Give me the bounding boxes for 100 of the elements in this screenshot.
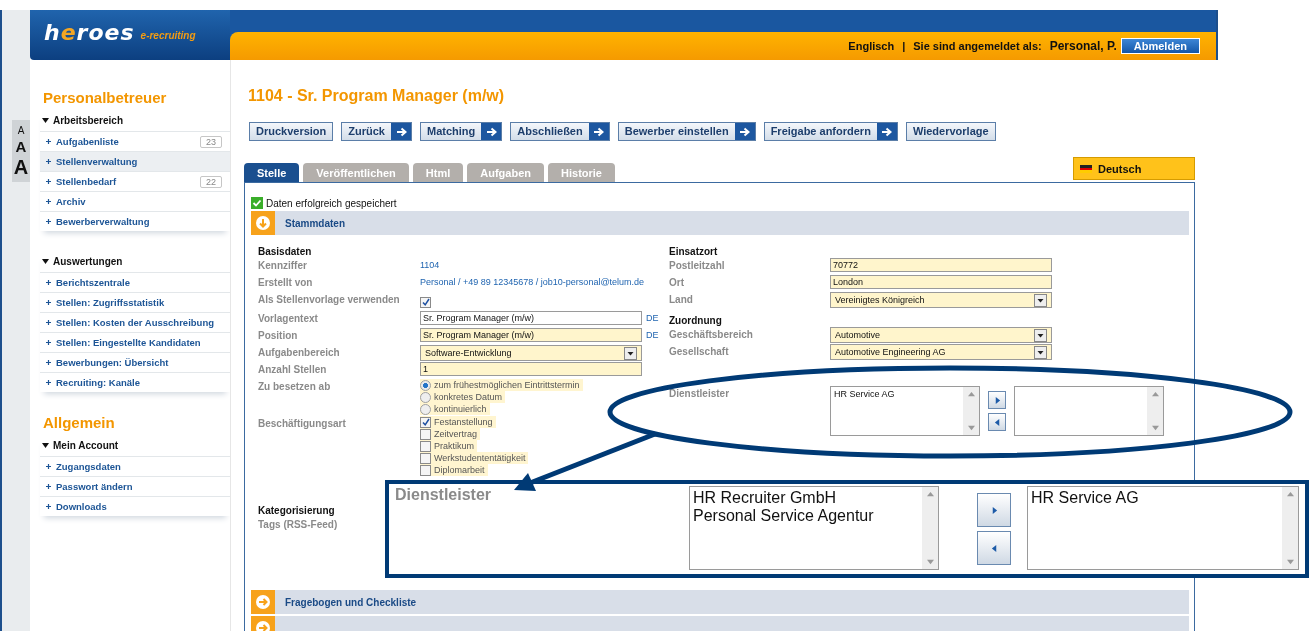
group-heading: Kategorisierung xyxy=(258,504,336,517)
sidebar-group-header[interactable]: Arbeitsbereich xyxy=(40,110,230,131)
checkbox-option[interactable]: Werkstudententätigkeit xyxy=(420,452,529,464)
sidebar-item[interactable]: Downloads xyxy=(40,496,230,516)
checkbox[interactable] xyxy=(420,428,431,440)
right-arrow-icon xyxy=(881,126,893,137)
toolbar-button[interactable]: Bewerber einstellen xyxy=(617,122,756,141)
plus-icon xyxy=(46,464,51,469)
language-link[interactable]: DE xyxy=(642,328,669,340)
move-right-button[interactable] xyxy=(988,391,1006,409)
move-right-button[interactable] xyxy=(977,493,1011,527)
sidebar-item[interactable]: Aufgabenliste 23 xyxy=(40,131,230,151)
dropdown[interactable]: Automotive xyxy=(830,327,1052,343)
text-input[interactable]: London xyxy=(830,275,1052,289)
scrollbar[interactable] xyxy=(963,387,979,435)
section-header[interactable]: Fragebogen und Checkliste xyxy=(251,590,1189,614)
field-label: Aufgabenbereich xyxy=(258,346,341,358)
logout-button[interactable]: Abmelden xyxy=(1120,38,1200,54)
text-input[interactable]: Sr. Program Manager (m/w) xyxy=(420,328,642,342)
success-message: Daten erfolgreich gespeichert xyxy=(266,197,397,209)
check-icon xyxy=(421,418,430,426)
font-size-link[interactable]: A xyxy=(15,138,27,156)
checkbox-option[interactable]: Festanstellung xyxy=(420,416,496,428)
checkbox[interactable] xyxy=(420,452,431,464)
toolbar-button[interactable]: Wiedervorlage xyxy=(905,122,996,141)
sidebar-item[interactable]: Bewerbungen: Übersicht xyxy=(40,352,230,372)
left-triangle-icon xyxy=(993,418,1001,426)
font-size-link[interactable]: A xyxy=(17,124,25,138)
selected-list[interactable]: HR Service AG xyxy=(1027,486,1299,570)
toolbar-button[interactable]: Druckversion xyxy=(249,122,334,141)
toolbar-button[interactable]: Freigabe anfordern xyxy=(763,122,898,141)
text-input[interactable]: 1 xyxy=(420,362,642,376)
scrollbar[interactable] xyxy=(1147,387,1163,435)
plus-icon xyxy=(46,300,51,305)
sidebar-item[interactable]: Stellen: Kosten der Ausschreibung xyxy=(40,312,230,332)
font-size-link[interactable]: A xyxy=(13,156,29,178)
scrollbar[interactable] xyxy=(1282,487,1298,569)
sidebar-item[interactable]: Recruiting: Kanäle xyxy=(40,372,230,392)
field-label: Postleitzahl xyxy=(669,259,726,271)
selected-list[interactable] xyxy=(1014,386,1164,436)
language-link[interactable]: Englisch xyxy=(848,40,895,52)
language-button[interactable]: Deutsch xyxy=(1073,157,1195,180)
group-heading: Zuordnung xyxy=(669,314,723,327)
scroll-up-icon xyxy=(967,391,975,398)
sidebar-group-header[interactable]: Mein Account xyxy=(40,435,230,456)
list-option[interactable]: HR Service AG xyxy=(834,389,960,399)
tab[interactable]: Stelle xyxy=(244,163,300,182)
sidebar-item[interactable]: Stellenbedarf 22 xyxy=(40,171,230,191)
radio-option[interactable]: konkretes Datum xyxy=(420,391,506,403)
separator: | xyxy=(902,40,906,52)
field-value: Personal / +49 89 12345678 / job10-personal@telum.de xyxy=(420,276,646,287)
dropdown[interactable]: Automotive Engineering AG xyxy=(830,344,1052,360)
radio-button[interactable] xyxy=(420,403,431,415)
checkmark-icon xyxy=(251,197,263,209)
sidebar-item[interactable]: Stellen: Eingestellte Kandidaten xyxy=(40,332,230,352)
scrollbar[interactable] xyxy=(922,487,938,569)
toolbar-button[interactable]: Matching xyxy=(420,122,503,141)
toolbar-button[interactable]: Zurück xyxy=(341,122,412,141)
radio-option[interactable]: zum frühestmöglichen Eintrittstermin xyxy=(420,379,583,391)
field-label: Erstellt von xyxy=(258,276,314,288)
toolbar-button[interactable]: Abschließen xyxy=(510,122,610,141)
plus-icon xyxy=(46,280,51,285)
checkbox-option[interactable]: Praktikum xyxy=(420,440,477,452)
radio-button[interactable] xyxy=(420,391,431,403)
section-header[interactable]: Stammdaten xyxy=(251,211,1189,235)
list-option[interactable]: Personal Service Agentur xyxy=(693,507,919,525)
list-option[interactable]: HR Recruiter GmbH xyxy=(693,489,919,507)
sidebar-item[interactable]: Passwort ändern xyxy=(40,476,230,496)
dropdown-icon xyxy=(1034,328,1047,342)
text-input[interactable]: Sr. Program Manager (m/w) xyxy=(420,311,642,325)
field-label: Tags (RSS-Feed) xyxy=(258,518,339,530)
checkbox[interactable] xyxy=(420,464,431,476)
list-option[interactable]: HR Service AG xyxy=(1031,489,1279,507)
dropdown[interactable]: Software-Entwicklung xyxy=(420,345,642,361)
checkbox-option[interactable]: Zeitvertrag xyxy=(420,428,480,440)
move-left-button[interactable] xyxy=(977,531,1011,565)
language-link[interactable]: DE xyxy=(642,311,669,323)
checkbox-option[interactable]: Diplomarbeit xyxy=(420,464,488,476)
sidebar-item[interactable]: Stellenverwaltung xyxy=(40,151,230,171)
radio-button[interactable] xyxy=(420,379,431,391)
sidebar-item[interactable]: Archiv xyxy=(40,191,230,211)
sidebar-section-title: Allgemein xyxy=(42,413,116,433)
available-list[interactable]: HR Service AG xyxy=(830,386,980,436)
logo[interactable]: heroes e-recruiting xyxy=(30,10,230,60)
dropdown-icon xyxy=(1034,345,1047,359)
radio-option[interactable]: kontinuierlich xyxy=(420,403,490,415)
sidebar-item[interactable]: Stellen: Zugriffsstatistik xyxy=(40,292,230,312)
right-arrow-icon xyxy=(593,126,605,137)
dropdown[interactable]: Vereinigtes Königreich xyxy=(830,292,1052,308)
checkbox[interactable] xyxy=(420,416,431,428)
sidebar-item[interactable]: Zugangsdaten xyxy=(40,456,230,476)
sidebar-item[interactable]: Bewerberverwaltung xyxy=(40,211,230,231)
sidebar-item[interactable]: Berichtszentrale xyxy=(40,272,230,292)
sidebar-group-header[interactable]: Auswertungen xyxy=(40,251,230,272)
checkbox[interactable] xyxy=(420,296,431,308)
move-left-button[interactable] xyxy=(988,413,1006,431)
scroll-down-icon xyxy=(1286,558,1294,565)
text-input[interactable]: 70772 xyxy=(830,258,1052,272)
checkbox[interactable] xyxy=(420,440,431,452)
available-list[interactable]: HR Recruiter GmbH Personal Service Agentur xyxy=(689,486,939,570)
